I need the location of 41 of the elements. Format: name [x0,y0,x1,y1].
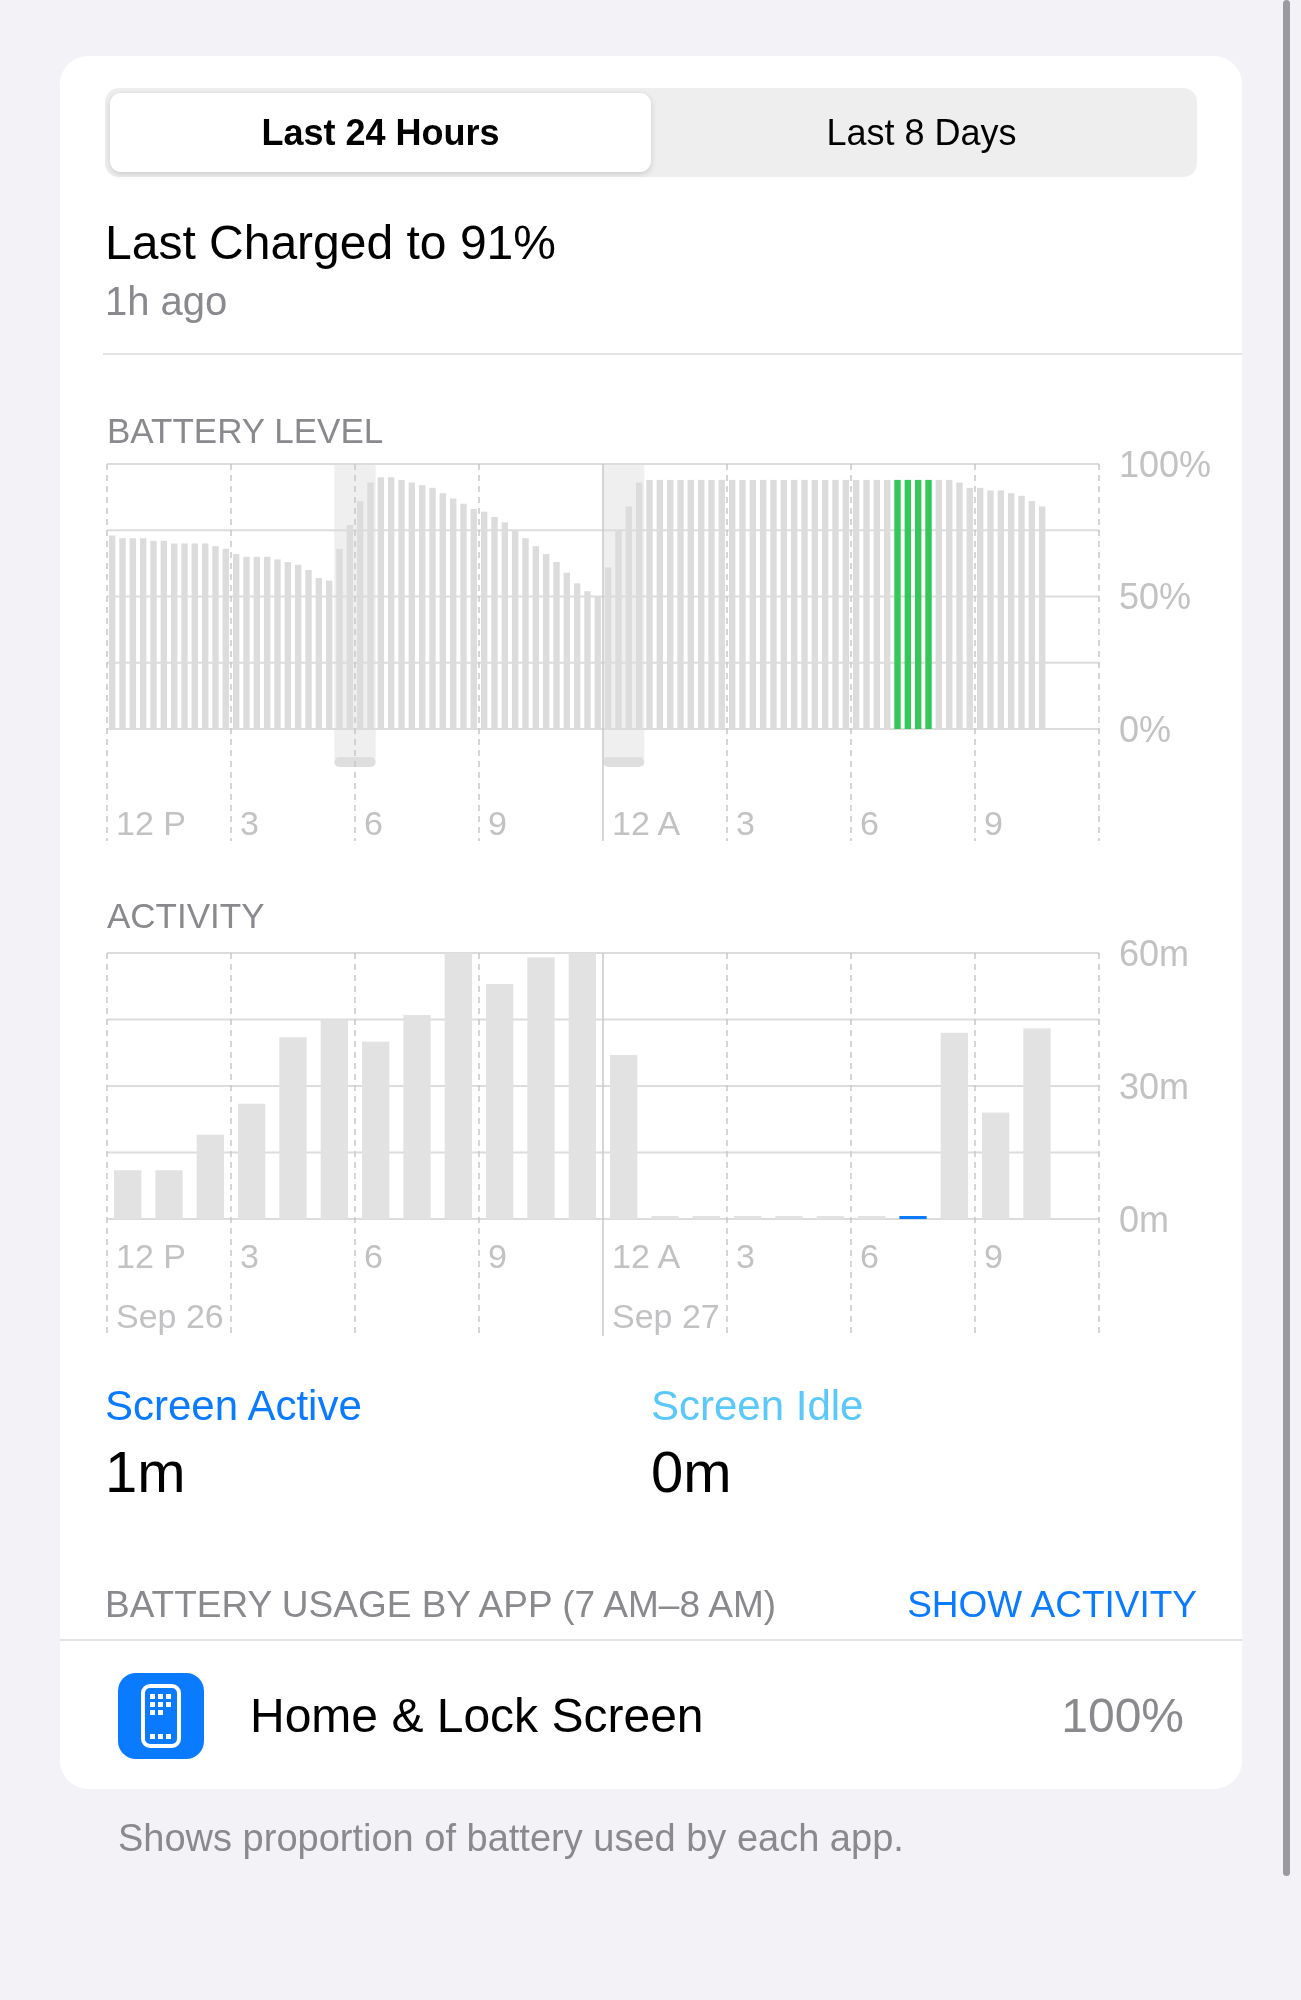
axis-label: 12 A [612,1237,681,1275]
axis-label: 9 [488,804,507,842]
show-activity-link[interactable]: SHOW ACTIVITY [907,1583,1197,1627]
last-charged-time: 1h ago [105,278,229,325]
section-heading: ACTIVITY [107,896,266,936]
axis-label: 6 [860,1237,879,1275]
last-charged-title: Last Charged to 91% [105,215,557,271]
axis-label: 3 [736,804,755,842]
axis-label: 50% [1119,576,1192,617]
axis-label: 9 [488,1237,507,1275]
segment-tab[interactable]: Last 24 Hours [110,93,651,172]
axis-label: 30m [1119,1065,1190,1107]
legend-label: Screen Idle [651,1381,865,1431]
axis-label: 9 [984,804,1003,842]
axis-label: 9 [984,1237,1003,1275]
segment-tab[interactable]: Last 8 Days [651,93,1192,172]
scrollbar[interactable] [1283,0,1290,1876]
axis-label: 12 P [116,804,186,842]
date-label: Sep 27 [612,1297,720,1335]
date-label: Sep 26 [116,1297,224,1335]
axis-label: 60m [1119,936,1190,974]
axis-label: 0m [1119,1198,1169,1240]
stat-value: 1m [105,1438,187,1506]
axis-label: 12 A [612,804,681,842]
axis-label: 6 [860,804,879,842]
axis-label: 100% [1119,451,1212,485]
axis-label: 3 [736,1237,755,1275]
section-heading: BATTERY USAGE BY APP (7 AM–8 AM) [105,1583,777,1627]
footer-note: Shows proportion of battery used by each app. [117,1816,905,1861]
legend-label: Screen Active [105,1381,363,1431]
stat-value: 0m [651,1438,733,1506]
axis-label: 6 [364,1237,383,1275]
usage-percent: 100% [1061,1688,1184,1744]
axis-label: 0% [1119,708,1172,750]
app-icon [118,1673,204,1759]
axis-label: 3 [240,1237,259,1275]
axis-label: 6 [364,804,383,842]
axis-label: 12 P [116,1237,186,1275]
app-name: Home & Lock Screen [250,1688,705,1744]
section-heading: BATTERY LEVEL [107,411,385,451]
axis-label: 3 [240,804,259,842]
